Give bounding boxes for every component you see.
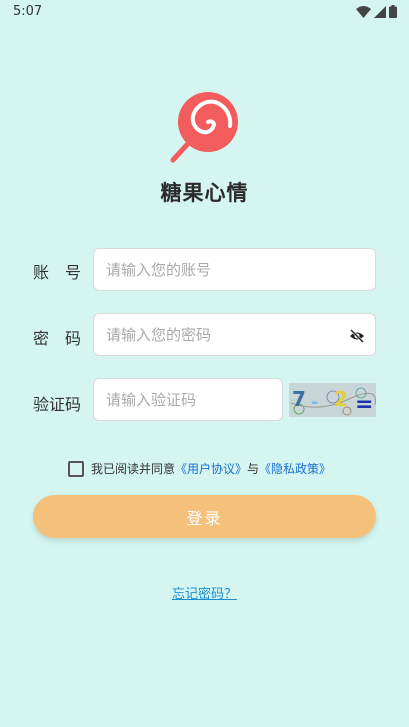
agreement-checkbox[interactable]	[68, 460, 84, 477]
svg-text:=: =	[355, 392, 373, 417]
forgot-password-row: 忘记密码？	[0, 583, 409, 602]
app-name: 糖果心情	[160, 181, 249, 205]
captcha-image[interactable]: 7 - 2 =	[289, 383, 376, 417]
captcha-label: 验证码	[33, 395, 82, 414]
login-button[interactable]: 登录	[33, 495, 376, 538]
password-input[interactable]	[94, 314, 375, 355]
lollipop-icon	[170, 92, 238, 163]
account-input[interactable]	[94, 249, 375, 290]
privacy-policy-link[interactable]: 《隐私政策》	[259, 460, 331, 477]
login-screen: 5:07 糖果心情 账 号 密 码	[0, 0, 409, 727]
status-time: 5:07	[13, 4, 43, 19]
wifi-icon	[356, 5, 371, 18]
captcha-field-container	[93, 378, 283, 421]
eye-slash-icon[interactable]	[349, 328, 365, 344]
password-label: 密 码	[33, 329, 82, 348]
status-bar: 5:07	[0, 0, 409, 24]
svg-text:2: 2	[334, 387, 348, 411]
forgot-password-link[interactable]: 忘记密码？	[172, 587, 237, 602]
status-icons	[356, 5, 397, 18]
signal-icon	[374, 5, 386, 18]
agreement-prefix: 我已阅读并同意	[91, 462, 176, 476]
agreement-row: 我已阅读并同意 《用户协议》 与 《隐私政策》	[68, 460, 331, 477]
account-label: 账 号	[33, 263, 82, 282]
captcha-input[interactable]	[94, 379, 282, 420]
svg-text:-: -	[311, 392, 318, 413]
battery-icon	[389, 5, 397, 18]
account-field-container	[93, 248, 376, 291]
user-agreement-link[interactable]: 《用户协议》	[175, 460, 247, 477]
agreement-and: 与	[247, 462, 260, 476]
password-field-container	[93, 313, 376, 356]
svg-text:7: 7	[292, 387, 306, 411]
